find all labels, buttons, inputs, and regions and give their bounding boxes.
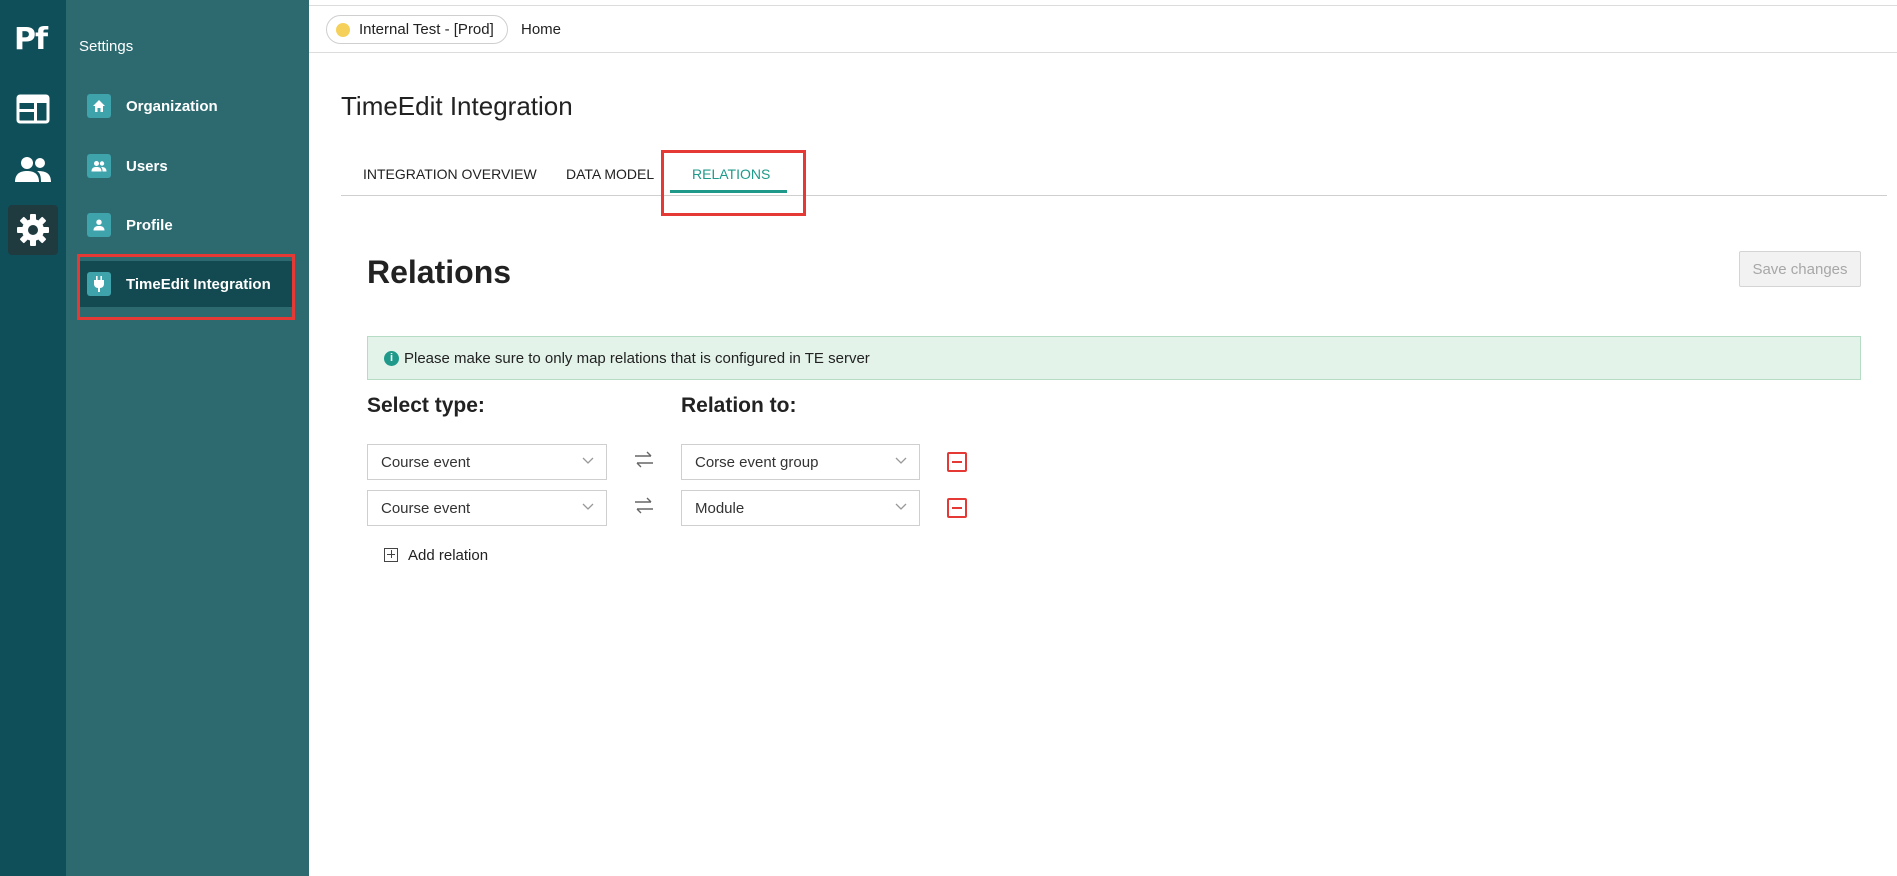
home-icon <box>87 94 111 118</box>
type-select-value: Course event <box>381 453 471 471</box>
rail-dashboard-button[interactable] <box>8 84 58 134</box>
people-icon <box>15 157 51 182</box>
type-select-row-2[interactable]: Course event <box>367 490 607 526</box>
relation-select-value: Module <box>695 499 745 517</box>
sidebar-item-label: Organization <box>126 97 218 115</box>
environment-status-dot <box>336 22 350 37</box>
chevron-down-icon <box>582 457 594 464</box>
sidebar-item-label: Profile <box>126 216 173 234</box>
sidebar-item-organization[interactable]: Organization <box>79 83 294 129</box>
gear-icon <box>17 214 49 246</box>
save-changes-button[interactable]: Save changes <box>1739 251 1861 287</box>
breadcrumb-home[interactable]: Home <box>521 21 561 38</box>
section-title: Relations <box>367 254 512 290</box>
dashboard-icon <box>16 94 50 124</box>
sidebar-item-label: Users <box>126 157 168 175</box>
sidebar-item-profile[interactable]: Profile <box>79 202 294 248</box>
top-bar: Internal Test - [Prod] Home <box>309 5 1897 53</box>
plus-square-icon <box>384 548 398 562</box>
info-banner: i Please make sure to only map relations… <box>367 336 1861 380</box>
add-relation-button[interactable]: Add relation <box>367 538 502 572</box>
sidebar-highlight-box <box>77 254 295 320</box>
remove-relation-button-row-2[interactable] <box>947 498 967 518</box>
icon-rail: Pf <box>0 0 66 876</box>
swap-arrows-icon <box>635 451 653 468</box>
chevron-down-icon <box>582 503 594 510</box>
environment-label: Internal Test - [Prod] <box>359 21 494 38</box>
type-select-value: Course event <box>381 499 471 517</box>
rail-settings-button[interactable] <box>8 205 58 255</box>
environment-selector[interactable]: Internal Test - [Prod] <box>326 15 508 44</box>
settings-sidebar: Settings Organization Users Profile Time… <box>66 0 309 876</box>
tab-highlight-box <box>661 150 806 216</box>
page-title: TimeEdit Integration <box>341 91 573 121</box>
tab-data-model[interactable]: DATA MODEL <box>566 166 654 182</box>
chevron-down-icon <box>895 503 907 510</box>
rail-people-button[interactable] <box>8 144 58 194</box>
app-logo[interactable]: Pf <box>14 22 48 57</box>
sidebar-title: Settings <box>79 38 134 55</box>
sidebar-item-users[interactable]: Users <box>79 143 294 189</box>
info-icon: i <box>384 350 399 366</box>
select-type-label: Select type: <box>367 394 485 417</box>
remove-relation-button-row-1[interactable] <box>947 452 967 472</box>
add-relation-label: Add relation <box>408 546 489 564</box>
chevron-down-icon <box>895 457 907 464</box>
person-icon <box>87 213 111 237</box>
tab-integration-overview[interactable]: INTEGRATION OVERVIEW <box>363 166 537 182</box>
users-icon <box>87 154 111 178</box>
relation-to-label: Relation to: <box>681 394 797 417</box>
swap-arrows-icon <box>635 497 653 514</box>
info-text: Please make sure to only map relations t… <box>404 349 870 367</box>
type-select-row-1[interactable]: Course event <box>367 444 607 480</box>
relation-select-row-2[interactable]: Module <box>681 490 920 526</box>
relation-select-value: Corse event group <box>695 453 819 471</box>
tab-bar: INTEGRATION OVERVIEW DATA MODEL RELATION… <box>341 156 1887 196</box>
relation-select-row-1[interactable]: Corse event group <box>681 444 920 480</box>
